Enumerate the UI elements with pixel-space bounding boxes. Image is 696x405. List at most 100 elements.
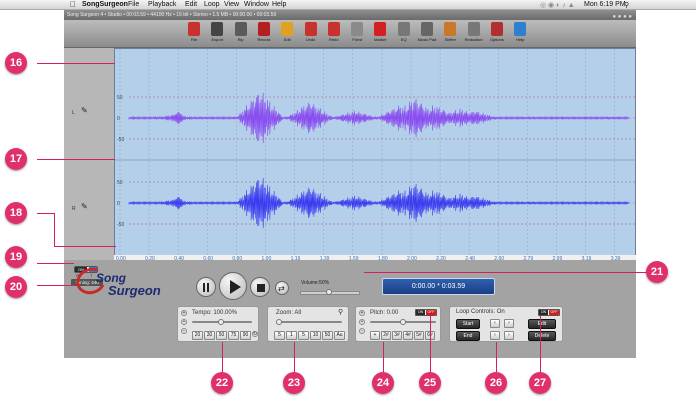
- callout-line-20: [37, 285, 74, 286]
- menu-view[interactable]: View: [224, 1, 239, 8]
- menu-help[interactable]: Help: [272, 1, 286, 8]
- tempo-preset-button-0[interactable]: 20: [192, 331, 203, 340]
- zoom-magnifier-icon[interactable]: ⚲: [338, 308, 343, 316]
- mac-menubar:  SongSurgeon File Playback Edit Loop Vi…: [0, 0, 696, 10]
- toolbar-button-fixed[interactable]: Fixed: [347, 22, 367, 47]
- callout-line-18c: [54, 246, 116, 247]
- callout-line-23: [294, 342, 295, 372]
- volume-slider-knob[interactable]: [326, 289, 332, 295]
- loop-icon: ⇄: [278, 284, 285, 293]
- menu-clock[interactable]: Mon 6:19 PM: [584, 1, 626, 8]
- pitch-preset-button-3[interactable]: 4#: [403, 331, 413, 340]
- loop-toggle-button[interactable]: ⇄: [275, 281, 289, 295]
- toolbar-button-marker[interactable]: Marker: [370, 22, 390, 47]
- toolbar-button-music-pad[interactable]: Music Pad: [417, 22, 437, 47]
- tempo-panel: + • - Tempo: 100.00% 20 30 50 75 90 ↻: [177, 306, 259, 342]
- loop-end-forward-icon[interactable]: ›: [504, 331, 514, 340]
- loop-end-button[interactable]: End: [456, 331, 480, 341]
- loop-start-button[interactable]: Start: [456, 319, 480, 329]
- toolbar-button-edit[interactable]: Edit: [277, 22, 297, 47]
- tempo-preset-button-1[interactable]: 30: [204, 331, 215, 340]
- zoom-slider-knob[interactable]: [276, 319, 282, 325]
- waveform-svg[interactable]: 50 0 -50 50 0 -50: [115, 49, 635, 255]
- zoom-slider[interactable]: [276, 321, 342, 323]
- loop-edit-button[interactable]: Edit: [528, 319, 556, 329]
- toolbar-button-redo[interactable]: Redo: [324, 22, 344, 47]
- stop-icon: [257, 284, 265, 292]
- toolbar-label: Redo: [329, 37, 339, 42]
- pitch-panel: + • - Pitch: 0.00 ON OFF +2#3#4#5#6#: [355, 306, 441, 342]
- pitch-preset-button-4[interactable]: 5#: [414, 331, 424, 340]
- tempo-reset-icon[interactable]: ↻: [252, 331, 258, 337]
- spotlight-icon[interactable]: ⚲: [624, 1, 629, 9]
- zoom-preset-button-2[interactable]: 5: [298, 331, 309, 340]
- control-area: ON P T Tuning: 440 Song Surgeon ⇄ Volume…: [64, 260, 636, 358]
- toolbar-label: Edit: [283, 37, 291, 42]
- toolbar-button-record[interactable]: Record: [254, 22, 274, 47]
- callout-line-21: [364, 272, 646, 273]
- pitch-up-icon[interactable]: +: [359, 310, 365, 316]
- pitch-preset-button-0[interactable]: +: [370, 331, 380, 340]
- zoom-preset-button-1[interactable]: 1: [286, 331, 297, 340]
- toolbar-button-rip[interactable]: Rip: [231, 22, 251, 47]
- callout-line-16: [37, 63, 115, 64]
- zoom-preset-button-4[interactable]: 50: [322, 331, 333, 340]
- menu-loop[interactable]: Loop: [204, 1, 220, 8]
- shifter-icon: [444, 22, 457, 36]
- toolbar-button-options[interactable]: Options: [487, 22, 507, 47]
- channel-right-icon[interactable]: ✎: [81, 202, 88, 211]
- loop-end-back-icon[interactable]: ‹: [490, 331, 500, 340]
- pitch-mid-icon[interactable]: •: [359, 319, 365, 325]
- menu-app-name[interactable]: SongSurgeon: [82, 1, 128, 8]
- waveform-upper-channel: [128, 92, 629, 144]
- undo-icon: [304, 22, 317, 36]
- toolbar-label: Options: [489, 37, 504, 42]
- tempo-preset-button-4[interactable]: 90: [240, 331, 251, 340]
- loop-start-back-icon[interactable]: ‹: [490, 319, 500, 328]
- toolbar-button-shifter[interactable]: Shifter: [440, 22, 460, 47]
- toolbar-button-eq[interactable]: EQ: [394, 22, 414, 47]
- tempo-up-icon[interactable]: +: [181, 310, 187, 316]
- pitch-preset-button-1[interactable]: 2#: [381, 331, 391, 340]
- amplitude-label: 50: [117, 95, 123, 101]
- callout-16: 16: [5, 52, 27, 74]
- menu-file[interactable]: File: [128, 1, 139, 8]
- menu-playback[interactable]: Playback: [148, 1, 176, 8]
- pitch-slider-knob[interactable]: [400, 319, 406, 325]
- pitch-down-icon[interactable]: -: [359, 328, 365, 334]
- toolbar-button-export[interactable]: Export: [207, 22, 227, 47]
- tempo-slider-knob[interactable]: [218, 319, 224, 325]
- zoom-preset-button-5[interactable]: Au: [334, 331, 345, 340]
- toolbar-button-undo[interactable]: Undo: [301, 22, 321, 47]
- tempo-preset-button-3[interactable]: 75: [228, 331, 239, 340]
- channel-label-right: R: [72, 206, 76, 212]
- zoom-preset-button-0[interactable]: 5: [274, 331, 285, 340]
- stop-button[interactable]: [250, 277, 270, 297]
- menu-edit[interactable]: Edit: [185, 1, 197, 8]
- callout-line-17: [37, 159, 115, 160]
- toolbar-button-help[interactable]: Help: [510, 22, 530, 47]
- window-controls[interactable]: ● ● ● ●: [613, 12, 633, 20]
- amplitude-label: 50: [117, 180, 123, 186]
- pitch-toggle[interactable]: ON OFF: [415, 309, 437, 316]
- toolbar-button-file[interactable]: File: [184, 22, 204, 47]
- zoom-preset-button-3[interactable]: 10: [310, 331, 321, 340]
- tempo-mid-icon[interactable]: •: [181, 319, 187, 325]
- pitch-preset-button-2[interactable]: 3#: [392, 331, 402, 340]
- left-rail: L ✎ R ✎: [64, 48, 114, 260]
- tempo-down-icon[interactable]: -: [181, 328, 187, 334]
- loop-delete-button[interactable]: Delete: [528, 331, 556, 341]
- loop-toggle[interactable]: ON OFF: [538, 309, 560, 316]
- loop-start-forward-icon[interactable]: ›: [504, 319, 514, 328]
- tempo-preset-button-2[interactable]: 50: [216, 331, 227, 340]
- waveform-lower-channel: [128, 177, 629, 229]
- channel-left-icon[interactable]: ✎: [81, 106, 88, 115]
- tempo-label: Tempo: 100.00%: [192, 310, 238, 316]
- play-button[interactable]: [219, 272, 247, 300]
- status-icons[interactable]: ◎ ◉ ◐ ♪ ▲: [540, 1, 575, 9]
- pause-button[interactable]: [196, 277, 216, 297]
- menu-window[interactable]: Window: [244, 1, 269, 8]
- toolbar-button-reduction[interactable]: Reduction: [464, 22, 484, 47]
- apple-icon[interactable]: : [70, 0, 76, 9]
- waveform-display[interactable]: 50 0 -50 50 0 -50: [114, 48, 636, 256]
